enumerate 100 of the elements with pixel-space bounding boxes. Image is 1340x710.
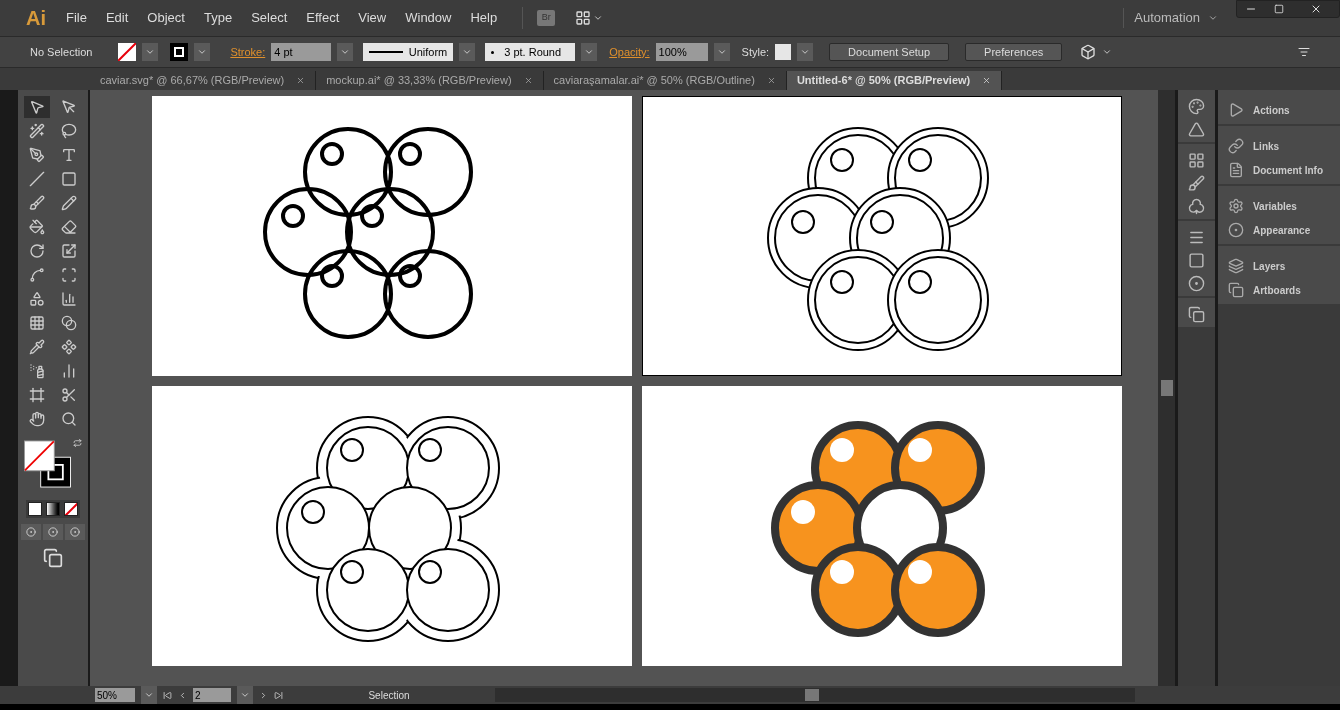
circle-icon (70, 527, 80, 537)
stroke-label[interactable]: Stroke: (230, 43, 266, 61)
stroke-weight-field[interactable]: 4 pt (271, 43, 332, 61)
first-icon[interactable] (163, 690, 172, 700)
none-mode-button[interactable] (64, 502, 78, 516)
tool-button[interactable] (24, 96, 50, 118)
gradient-mode-button[interactable] (46, 502, 60, 516)
draw-mode-button[interactable] (43, 524, 63, 540)
mesh-icon (29, 315, 45, 331)
close-icon[interactable] (982, 76, 992, 85)
menu-item[interactable]: Edit (105, 8, 129, 28)
panel-item[interactable]: Document Info (1228, 162, 1330, 178)
caret-icon (1208, 13, 1218, 23)
zoom-field[interactable]: 50% (95, 688, 135, 702)
maximize-icon (1274, 4, 1284, 14)
line-icon (29, 171, 45, 187)
next-icon[interactable] (259, 690, 268, 700)
panel-item[interactable]: Variables (1228, 198, 1330, 214)
artboard-icon (29, 387, 45, 403)
circle-icon (26, 527, 36, 537)
style-swatch[interactable] (775, 44, 792, 60)
toolbar-button[interactable]: Document Setup (829, 43, 950, 61)
grid-icon[interactable] (1188, 152, 1205, 169)
previous-icon[interactable] (178, 690, 187, 700)
panel-item[interactable]: Appearance (1228, 222, 1330, 238)
panel-item[interactable]: Layers (1228, 258, 1330, 274)
panel-menu-icon[interactable] (1298, 46, 1310, 58)
document-tab[interactable]: Untitled-6* @ 50% (RGB/Preview) (786, 71, 1003, 90)
zoom-icon (61, 411, 77, 427)
menu-item[interactable]: View (358, 8, 387, 28)
spray-icon (29, 363, 45, 379)
arrange-button[interactable] (575, 10, 604, 26)
panel-item[interactable]: Links (1228, 138, 1330, 154)
circle-icon[interactable] (1188, 275, 1205, 292)
pointer-icon (61, 99, 77, 115)
artboards-icon (1228, 282, 1244, 298)
type-icon (61, 147, 77, 163)
fill-swatch[interactable] (118, 43, 137, 61)
lines-icon[interactable] (1188, 229, 1205, 246)
rotate-icon (29, 243, 45, 259)
stroke-profile-field[interactable]: Uniform (363, 43, 454, 61)
close-icon[interactable] (523, 76, 533, 85)
caret-icon (1102, 47, 1113, 57)
club-icon[interactable] (1188, 198, 1205, 215)
panel-item[interactable]: Artboards (1228, 282, 1330, 298)
stroke-swatch[interactable] (170, 43, 189, 61)
status-tool[interactable]: Selection (289, 687, 489, 703)
eyedropper-icon (29, 339, 45, 355)
last-icon[interactable] (274, 690, 283, 700)
swap-icon[interactable] (72, 438, 82, 448)
opacity-field[interactable]: 100% (655, 43, 708, 61)
brush-field[interactable]: 3 pt. Round (485, 43, 576, 61)
menu-item[interactable]: Window (405, 8, 452, 28)
pointer-icon (29, 99, 45, 115)
draw-mode-button[interactable] (65, 524, 85, 540)
graph-icon (61, 363, 77, 379)
close-icon[interactable] (766, 76, 776, 85)
hand-icon (29, 411, 45, 427)
caret-icon (716, 47, 727, 57)
caret-icon (197, 47, 208, 57)
fill-stroke-swatches[interactable] (24, 438, 71, 490)
lasso-icon (61, 123, 77, 139)
vertical-scrollbar[interactable] (1158, 90, 1175, 686)
palette-icon[interactable] (1188, 98, 1205, 115)
caret-icon (800, 47, 811, 57)
rectangle-icon (61, 171, 77, 187)
menu-item[interactable]: Object (147, 8, 185, 28)
menu-item[interactable]: Type (203, 8, 233, 28)
toolbar-button[interactable]: Preferences (965, 43, 1063, 61)
color-mode-button[interactable] (28, 502, 42, 516)
close-icon (1310, 3, 1322, 15)
pen-icon (29, 147, 45, 163)
play-icon (1228, 102, 1244, 118)
brush-icon (29, 195, 45, 211)
caret-icon (240, 690, 250, 700)
horizontal-scrollbar[interactable] (495, 688, 1135, 702)
opacity-label[interactable]: Opacity: (609, 43, 650, 61)
eraser-icon (61, 219, 77, 235)
draw-mode-button[interactable] (21, 524, 41, 540)
style-label: Style: (741, 44, 770, 60)
menu-item[interactable]: Effect (306, 8, 340, 28)
menu-item[interactable]: Help (470, 8, 498, 28)
menu-item[interactable]: File (66, 8, 87, 28)
circle-icon (1228, 222, 1244, 238)
artboard-field[interactable]: 2 (193, 688, 231, 702)
app-logo: Ai (26, 6, 46, 31)
brushes-icon[interactable] (1188, 175, 1205, 192)
bridge-button[interactable]: Br (537, 10, 556, 26)
gears-icon (1228, 198, 1244, 214)
caret-icon (144, 690, 154, 700)
circle-icon (48, 527, 58, 537)
layers-icon (1228, 258, 1244, 274)
close-icon[interactable] (296, 76, 306, 85)
boxes-icon[interactable] (1188, 306, 1205, 323)
workspace-switcher[interactable]: Automation (1123, 8, 1218, 28)
link-icon (1228, 138, 1244, 154)
menu-item[interactable]: Select (251, 8, 288, 28)
shape-builder-icon (29, 291, 45, 307)
slice-icon (61, 387, 77, 403)
caret-icon (584, 47, 595, 57)
